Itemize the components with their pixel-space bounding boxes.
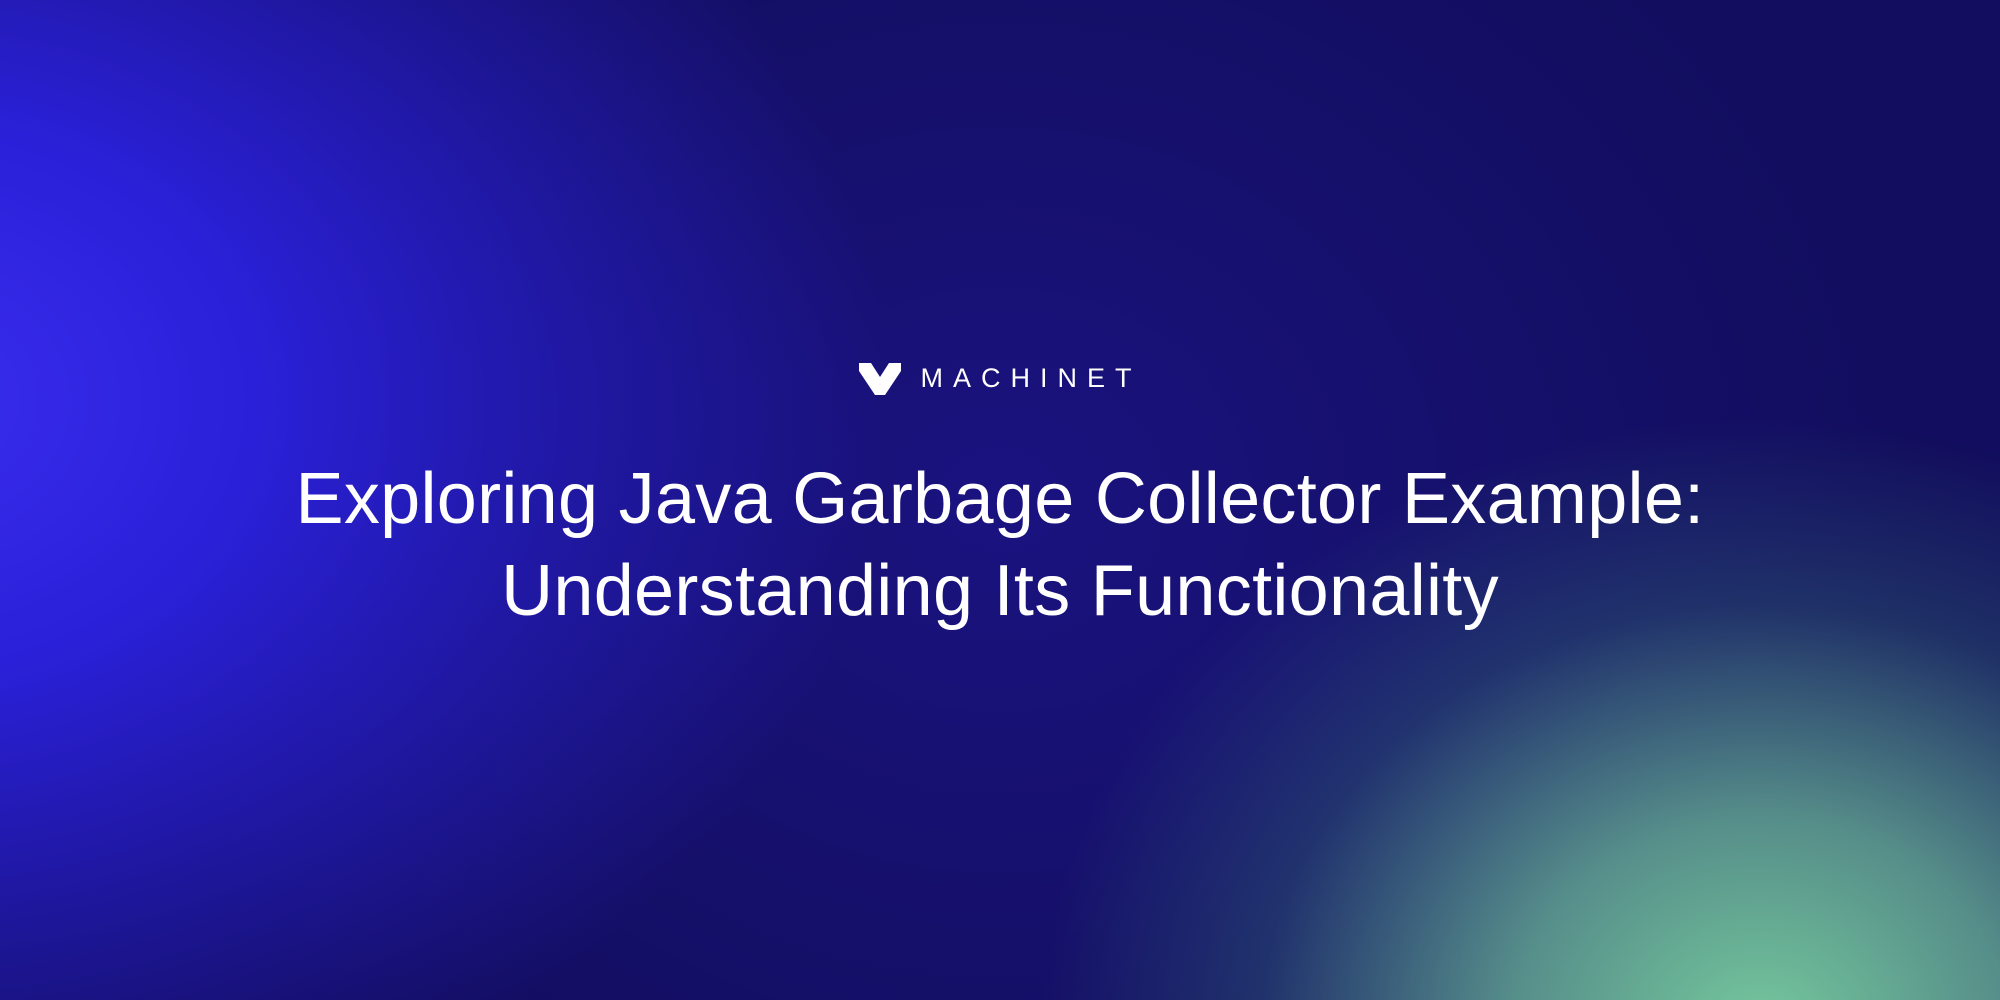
machinet-logo-icon xyxy=(859,363,901,395)
hero-banner: MACHINET Exploring Java Garbage Collecto… xyxy=(0,0,2000,1000)
brand-wordmark: MACHINET xyxy=(859,363,1142,395)
brand-name-text: MACHINET xyxy=(921,363,1142,394)
hero-title: Exploring Java Garbage Collector Example… xyxy=(250,453,1750,637)
